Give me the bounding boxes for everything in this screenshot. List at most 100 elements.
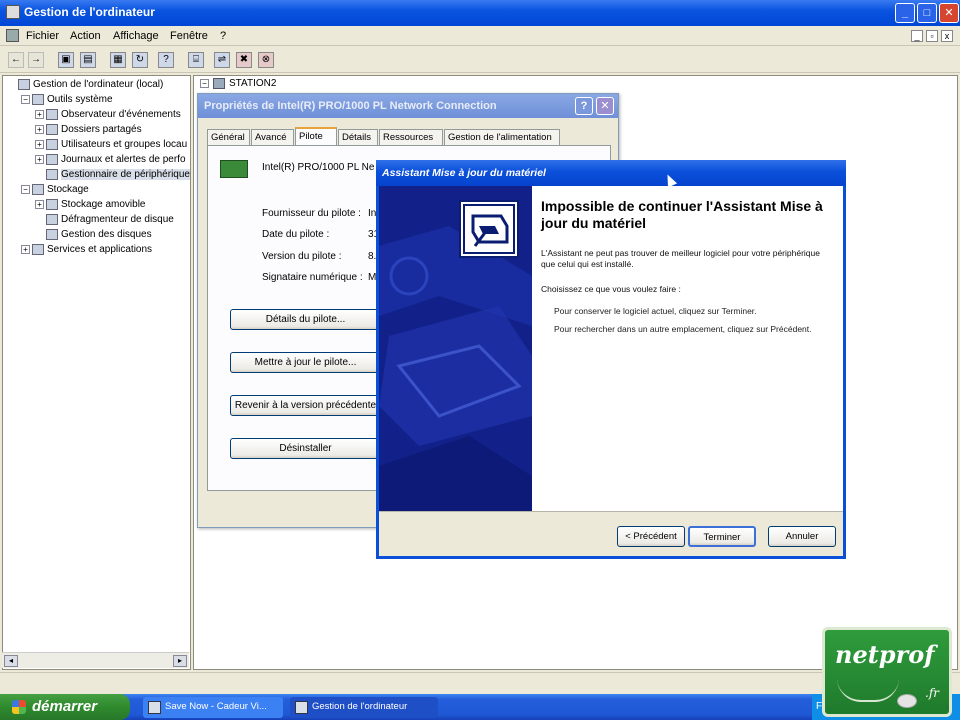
- tab-driver[interactable]: Pilote: [295, 127, 337, 146]
- tree-item-label: Services et applications: [47, 244, 153, 256]
- taskbar: démarrer Save Now - Cadeur Vi... Gestion…: [0, 694, 960, 720]
- cancel-button[interactable]: Annuler: [768, 526, 836, 547]
- properties-icon[interactable]: ▦: [110, 52, 126, 68]
- disable-device-icon[interactable]: ⊗: [258, 52, 274, 68]
- forward-arrow-icon[interactable]: →: [28, 52, 44, 68]
- tree-item[interactable]: Défragmenteur de disque: [35, 214, 174, 225]
- mouse-cable-graphic: [837, 678, 899, 702]
- tree-item[interactable]: + Journaux et alertes de perfo: [35, 154, 186, 165]
- menu-view[interactable]: Affichage: [113, 30, 159, 42]
- tree-item[interactable]: Gestion des disques: [35, 229, 152, 240]
- tree-item[interactable]: + Observateur d'événements: [35, 109, 181, 120]
- wizard-content: Impossible de continuer l'Assistant Mise…: [532, 186, 843, 511]
- expand-icon[interactable]: +: [35, 110, 44, 119]
- back-button[interactable]: < Précédent: [617, 526, 685, 547]
- menu-file[interactable]: Fichier: [26, 30, 59, 42]
- scan-hardware-icon[interactable]: ⌸: [188, 52, 204, 68]
- tree-horizontal-scrollbar[interactable]: ◂ ▸: [2, 652, 189, 668]
- tree-node-icon: [46, 214, 58, 225]
- tree-item[interactable]: + Utilisateurs et groupes locau: [35, 139, 187, 150]
- menu-help[interactable]: ?: [220, 30, 226, 42]
- properties-titlebar[interactable]: Propriétés de Intel(R) PRO/1000 PL Netwo…: [198, 94, 618, 118]
- logo-word: netprof: [835, 640, 935, 669]
- tree-item-label: Observateur d'événements: [61, 109, 181, 121]
- tree-node-icon: [46, 124, 58, 135]
- refresh-icon[interactable]: ↻: [132, 52, 148, 68]
- tree-item[interactable]: Gestion de l'ordinateur (local): [7, 79, 163, 90]
- collapse-icon[interactable]: −: [200, 79, 209, 89]
- computer-icon: [213, 78, 225, 89]
- driver-details-button[interactable]: Détails du pilote...: [230, 309, 381, 330]
- device-tree-root[interactable]: − STATION2: [200, 78, 276, 89]
- tab-resources[interactable]: Ressources: [379, 129, 443, 145]
- uninstall-driver-button[interactable]: Désinstaller: [230, 438, 381, 459]
- tab-power-management[interactable]: Gestion de l'alimentation: [444, 129, 560, 145]
- maximize-button[interactable]: □: [917, 3, 937, 23]
- wizard-titlebar[interactable]: Assistant Mise à jour du matériel: [376, 160, 846, 186]
- tree-node-icon: [46, 154, 58, 165]
- expand-icon[interactable]: +: [21, 245, 30, 254]
- taskbar-item-savenow[interactable]: Save Now - Cadeur Vi...: [143, 697, 283, 718]
- menubar: Fichier Action Affichage Fenêtre ? _ ▫ x: [0, 26, 960, 46]
- properties-close-button[interactable]: ✕: [596, 97, 614, 115]
- show-tree-icon[interactable]: ▤: [80, 52, 96, 68]
- tree-item[interactable]: + Services et applications: [21, 244, 152, 255]
- mdi-close-button[interactable]: x: [941, 30, 953, 42]
- expand-icon[interactable]: +: [35, 125, 44, 134]
- menu-action[interactable]: Action: [70, 30, 101, 42]
- tree-item[interactable]: + Dossiers partagés: [35, 124, 142, 135]
- mdi-restore-button[interactable]: ▫: [926, 30, 938, 42]
- tree-item-label: Journaux et alertes de perfo: [61, 154, 186, 166]
- mdi-minimize-button[interactable]: _: [911, 30, 923, 42]
- expand-icon[interactable]: +: [35, 155, 44, 164]
- tree-item-label: Outils système: [47, 94, 113, 106]
- taskbar-item-label: Gestion de l'ordinateur: [312, 701, 408, 712]
- tree-item-label: Défragmenteur de disque: [61, 214, 174, 226]
- expand-icon[interactable]: +: [35, 200, 44, 209]
- tree-node-icon: [46, 109, 58, 120]
- tree-node-icon: [18, 79, 30, 90]
- help-button[interactable]: ?: [575, 97, 593, 115]
- mmc-icon[interactable]: [6, 29, 19, 42]
- driver-provider-label: Fournisseur du pilote :: [262, 208, 361, 219]
- tree-item[interactable]: Gestionnaire de périphérique: [35, 169, 190, 181]
- tree-node-icon: [46, 229, 58, 240]
- update-driver-icon[interactable]: ⇌: [214, 52, 230, 68]
- taskbar-item-computer-management[interactable]: Gestion de l'ordinateur: [290, 697, 438, 718]
- minimize-button[interactable]: _: [895, 3, 915, 23]
- driver-date-label: Date du pilote :: [262, 229, 330, 240]
- close-button[interactable]: ✕: [939, 3, 959, 23]
- finish-button[interactable]: Terminer: [688, 526, 756, 547]
- tab-details[interactable]: Détails: [338, 129, 378, 145]
- properties-title: Propriétés de Intel(R) PRO/1000 PL Netwo…: [204, 100, 497, 112]
- main-titlebar[interactable]: Gestion de l'ordinateur _ □ ✕: [0, 0, 960, 26]
- tab-general[interactable]: Général: [207, 129, 250, 145]
- netprof-logo: netprof .fr: [822, 627, 952, 717]
- tree-item-label: Gestion des disques: [61, 229, 152, 241]
- tree-item[interactable]: + Stockage amovible: [35, 199, 146, 210]
- tree-item-label: Stockage amovible: [61, 199, 146, 211]
- tree-item-label: Gestion de l'ordinateur (local): [33, 79, 164, 91]
- console-tree[interactable]: Gestion de l'ordinateur (local) − Outils s…: [2, 75, 191, 670]
- expand-icon[interactable]: +: [35, 140, 44, 149]
- collapse-icon[interactable]: −: [21, 95, 30, 104]
- uninstall-icon[interactable]: ✖: [236, 52, 252, 68]
- menu-window[interactable]: Fenêtre: [170, 30, 208, 42]
- back-arrow-icon[interactable]: ←: [8, 52, 24, 68]
- scroll-right-icon[interactable]: ▸: [173, 655, 187, 667]
- collapse-icon[interactable]: −: [21, 185, 30, 194]
- tree-node-icon: [46, 139, 58, 150]
- up-folder-icon[interactable]: ▣: [58, 52, 74, 68]
- tree-node-icon: [32, 184, 44, 195]
- tree-item[interactable]: − Stockage: [21, 184, 89, 195]
- tab-advanced[interactable]: Avancé: [251, 129, 294, 145]
- rollback-driver-button[interactable]: Revenir à la version précédente: [230, 395, 381, 416]
- tree-item[interactable]: − Outils système: [21, 94, 113, 105]
- scroll-left-icon[interactable]: ◂: [4, 655, 18, 667]
- help-icon[interactable]: ?: [158, 52, 174, 68]
- driver-version-label: Version du pilote :: [262, 251, 342, 262]
- wizard-side-banner: [379, 186, 532, 511]
- update-driver-button[interactable]: Mettre à jour le pilote...: [230, 352, 381, 373]
- start-button[interactable]: démarrer: [0, 694, 130, 720]
- tree-item-label: Utilisateurs et groupes locau: [61, 139, 188, 151]
